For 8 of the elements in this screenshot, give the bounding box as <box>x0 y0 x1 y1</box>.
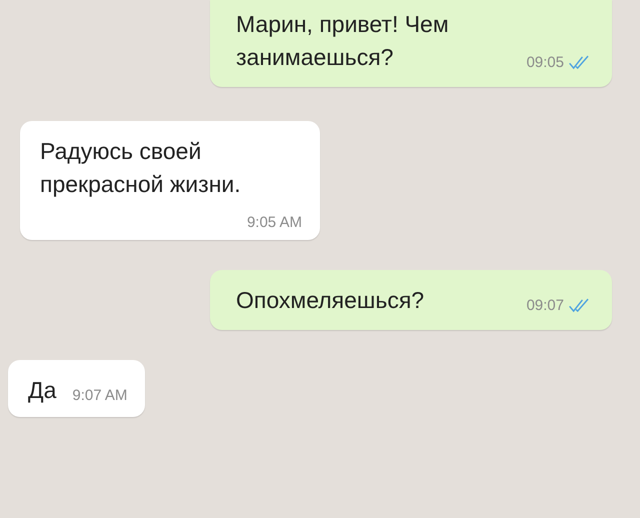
message-text: Марин, привет! Чем занимаешься? <box>236 11 449 70</box>
message-text: Да <box>28 376 56 403</box>
message-time: 9:05 AM <box>246 215 302 230</box>
message-time: 9:07 AM <box>72 388 128 403</box>
message-text: Радуюсь своей прекрасной жизни. <box>40 138 241 198</box>
message-text: Опохмеляешься? <box>236 287 424 314</box>
message-time: 09:07 <box>526 298 564 314</box>
message-time: 09:05 <box>526 55 564 70</box>
